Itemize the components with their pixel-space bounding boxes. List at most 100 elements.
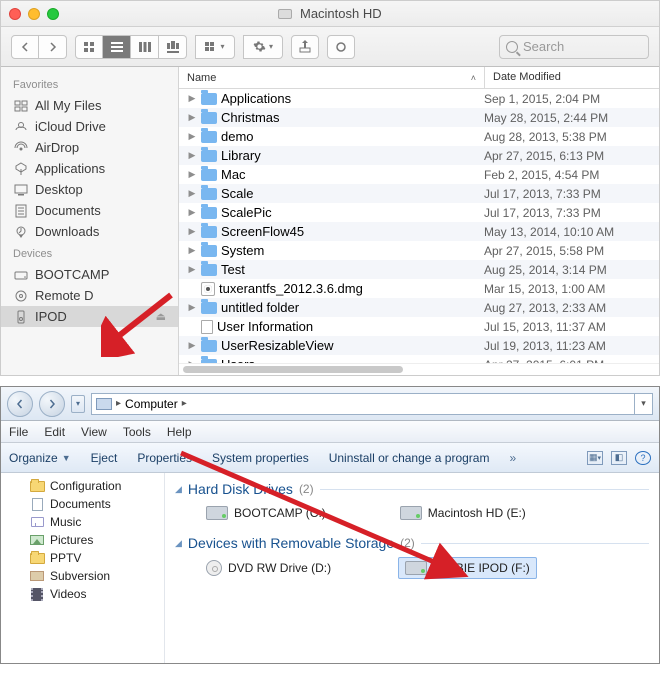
column-header-date[interactable]: Date Modified <box>484 67 659 88</box>
system-properties-button[interactable]: System properties <box>212 451 309 465</box>
file-row[interactable]: ▶SystemApr 27, 2015, 5:58 PM <box>179 241 659 260</box>
tags-button[interactable] <box>327 35 355 59</box>
forward-button[interactable] <box>39 391 65 417</box>
disclosure-triangle-icon[interactable]: ▶ <box>187 169 197 180</box>
drive-macintosh-hd[interactable]: Macintosh HD (E:) <box>393 503 533 523</box>
tree-item[interactable]: Subversion <box>1 567 164 585</box>
sidebar-device-item[interactable]: Remote D <box>1 285 178 306</box>
tree-item[interactable]: Music <box>1 513 164 531</box>
tree-item[interactable]: PPTV <box>1 549 164 567</box>
file-row[interactable]: User InformationJul 15, 2013, 11:37 AM <box>179 317 659 336</box>
file-date: Aug 25, 2014, 3:14 PM <box>484 263 659 277</box>
file-row[interactable]: ▶ScalePicJul 17, 2013, 7:33 PM <box>179 203 659 222</box>
address-bar[interactable]: ▸ Computer ▸ <box>91 393 635 415</box>
file-row[interactable]: ▶ScaleJul 17, 2013, 7:33 PM <box>179 184 659 203</box>
icon-view-button[interactable] <box>75 35 103 59</box>
file-list[interactable]: ▶ApplicationsSep 1, 2015, 2:04 PM▶Christ… <box>179 89 659 363</box>
sidebar-device-icon <box>13 310 29 324</box>
coverflow-view-button[interactable] <box>159 35 187 59</box>
more-commands-button[interactable]: » <box>509 451 516 465</box>
disclosure-triangle-icon[interactable]: ▶ <box>187 245 197 256</box>
sidebar-item[interactable]: Downloads <box>1 221 178 242</box>
file-row[interactable]: ▶ChristmasMay 28, 2015, 2:44 PM <box>179 108 659 127</box>
uninstall-button[interactable]: Uninstall or change a program <box>329 451 490 465</box>
breadcrumb-chevron-icon[interactable]: ▸ <box>182 398 187 409</box>
disclosure-triangle-icon[interactable]: ▶ <box>187 207 197 218</box>
sidebar-device-item[interactable]: IPOD ⏏ <box>1 306 178 327</box>
back-button[interactable] <box>7 391 33 417</box>
disclosure-triangle-icon[interactable]: ▶ <box>187 93 197 104</box>
group-header-hdd[interactable]: ◢ Hard Disk Drives (2) <box>165 477 659 501</box>
column-view-button[interactable] <box>131 35 159 59</box>
file-row[interactable]: ▶TestAug 25, 2014, 3:14 PM <box>179 260 659 279</box>
tree-item[interactable]: Configuration <box>1 477 164 495</box>
disclosure-triangle-icon[interactable]: ▶ <box>187 131 197 142</box>
search-field[interactable]: Search <box>499 35 649 59</box>
forward-button[interactable] <box>39 35 67 59</box>
disclosure-triangle-icon[interactable]: ▶ <box>187 302 197 313</box>
menu-tools[interactable]: Tools <box>123 425 151 439</box>
file-row[interactable]: ▶ApplicationsSep 1, 2015, 2:04 PM <box>179 89 659 108</box>
disclosure-triangle-icon[interactable]: ▶ <box>187 112 197 123</box>
view-options-button[interactable]: ▦▾ <box>587 451 603 465</box>
tree-item-icon <box>29 551 45 565</box>
disclosure-triangle-icon[interactable]: ▶ <box>187 188 197 199</box>
scrollbar-thumb[interactable] <box>183 366 403 373</box>
file-row[interactable]: ▶UsersApr 27, 2015, 6:01 PM <box>179 355 659 363</box>
drive-bootcamp[interactable]: BOOTCAMP (C:) <box>199 503 333 523</box>
tree-item-label: Videos <box>50 587 86 601</box>
sidebar-item[interactable]: Desktop <box>1 179 178 200</box>
file-row[interactable]: ▶demoAug 28, 2013, 5:38 PM <box>179 127 659 146</box>
organize-button[interactable]: Organize▼ <box>9 451 71 465</box>
breadcrumb-chevron-icon[interactable]: ▸ <box>116 398 121 409</box>
file-row[interactable]: ▶MacFeb 2, 2015, 4:54 PM <box>179 165 659 184</box>
sidebar-item[interactable]: Applications <box>1 158 178 179</box>
horizontal-scrollbar[interactable] <box>179 363 659 375</box>
eject-button[interactable]: Eject <box>91 451 118 465</box>
history-dropdown-button[interactable]: ▾ <box>71 395 85 413</box>
eject-icon[interactable]: ⏏ <box>156 310 166 323</box>
file-row[interactable]: ▶ScreenFlow45May 13, 2014, 10:10 AM <box>179 222 659 241</box>
file-date: Apr 27, 2015, 5:58 PM <box>484 244 659 258</box>
file-row[interactable]: ▶untitled folderAug 27, 2013, 2:33 AM <box>179 298 659 317</box>
sidebar-device-item[interactable]: BOOTCAMP <box>1 264 178 285</box>
navigation-tree[interactable]: ConfigurationDocumentsMusicPicturesPPTVS… <box>1 473 165 663</box>
menu-view[interactable]: View <box>81 425 107 439</box>
sidebar-item[interactable]: AirDrop <box>1 137 178 158</box>
sidebar-item[interactable]: Documents <box>1 200 178 221</box>
menu-help[interactable]: Help <box>167 425 192 439</box>
file-row[interactable]: ▶LibraryApr 27, 2015, 6:13 PM <box>179 146 659 165</box>
group-header-removable[interactable]: ◢ Devices with Removable Storage (2) <box>165 531 659 555</box>
drive-dvd[interactable]: DVD RW Drive (D:) <box>199 557 338 579</box>
sidebar-item[interactable]: iCloud Drive <box>1 116 178 137</box>
arrange-button[interactable]: ▾ <box>195 35 235 59</box>
back-button[interactable] <box>11 35 39 59</box>
disclosure-triangle-icon[interactable]: ▶ <box>187 150 197 161</box>
menu-edit[interactable]: Edit <box>44 425 65 439</box>
sidebar-item-icon <box>13 162 29 176</box>
preview-pane-button[interactable]: ◧ <box>611 451 627 465</box>
sidebar-item[interactable]: All My Files <box>1 95 178 116</box>
file-name: ScreenFlow45 <box>221 224 304 239</box>
action-button[interactable]: ▾ <box>243 35 283 59</box>
disclosure-triangle-icon[interactable]: ▶ <box>187 340 197 351</box>
tree-item[interactable]: Videos <box>1 585 164 603</box>
disclosure-triangle-icon[interactable]: ▶ <box>187 226 197 237</box>
file-row[interactable]: ▶UserResizableViewJul 19, 2013, 11:23 AM <box>179 336 659 355</box>
share-button[interactable] <box>291 35 319 59</box>
sidebar-item-label: IPOD <box>35 309 67 324</box>
list-view-button[interactable] <box>103 35 131 59</box>
properties-button[interactable]: Properties <box>137 451 192 465</box>
column-header-name[interactable]: Name ˄ <box>179 67 484 88</box>
file-row[interactable]: tuxerantfs_2012.3.6.dmgMar 15, 2013, 1:0… <box>179 279 659 298</box>
disclosure-triangle-icon[interactable]: ▶ <box>187 264 197 275</box>
menu-file[interactable]: File <box>9 425 28 439</box>
removable-row: DVD RW Drive (D:) IMOBIE IPOD (F:) <box>165 555 659 587</box>
breadcrumb-computer[interactable]: Computer <box>125 397 178 411</box>
help-button[interactable]: ? <box>635 451 651 465</box>
address-dropdown-button[interactable]: ▾ <box>635 393 653 415</box>
sidebar-item-icon <box>13 141 29 155</box>
drive-imobie-ipod[interactable]: IMOBIE IPOD (F:) <box>398 557 537 579</box>
tree-item[interactable]: Documents <box>1 495 164 513</box>
tree-item[interactable]: Pictures <box>1 531 164 549</box>
